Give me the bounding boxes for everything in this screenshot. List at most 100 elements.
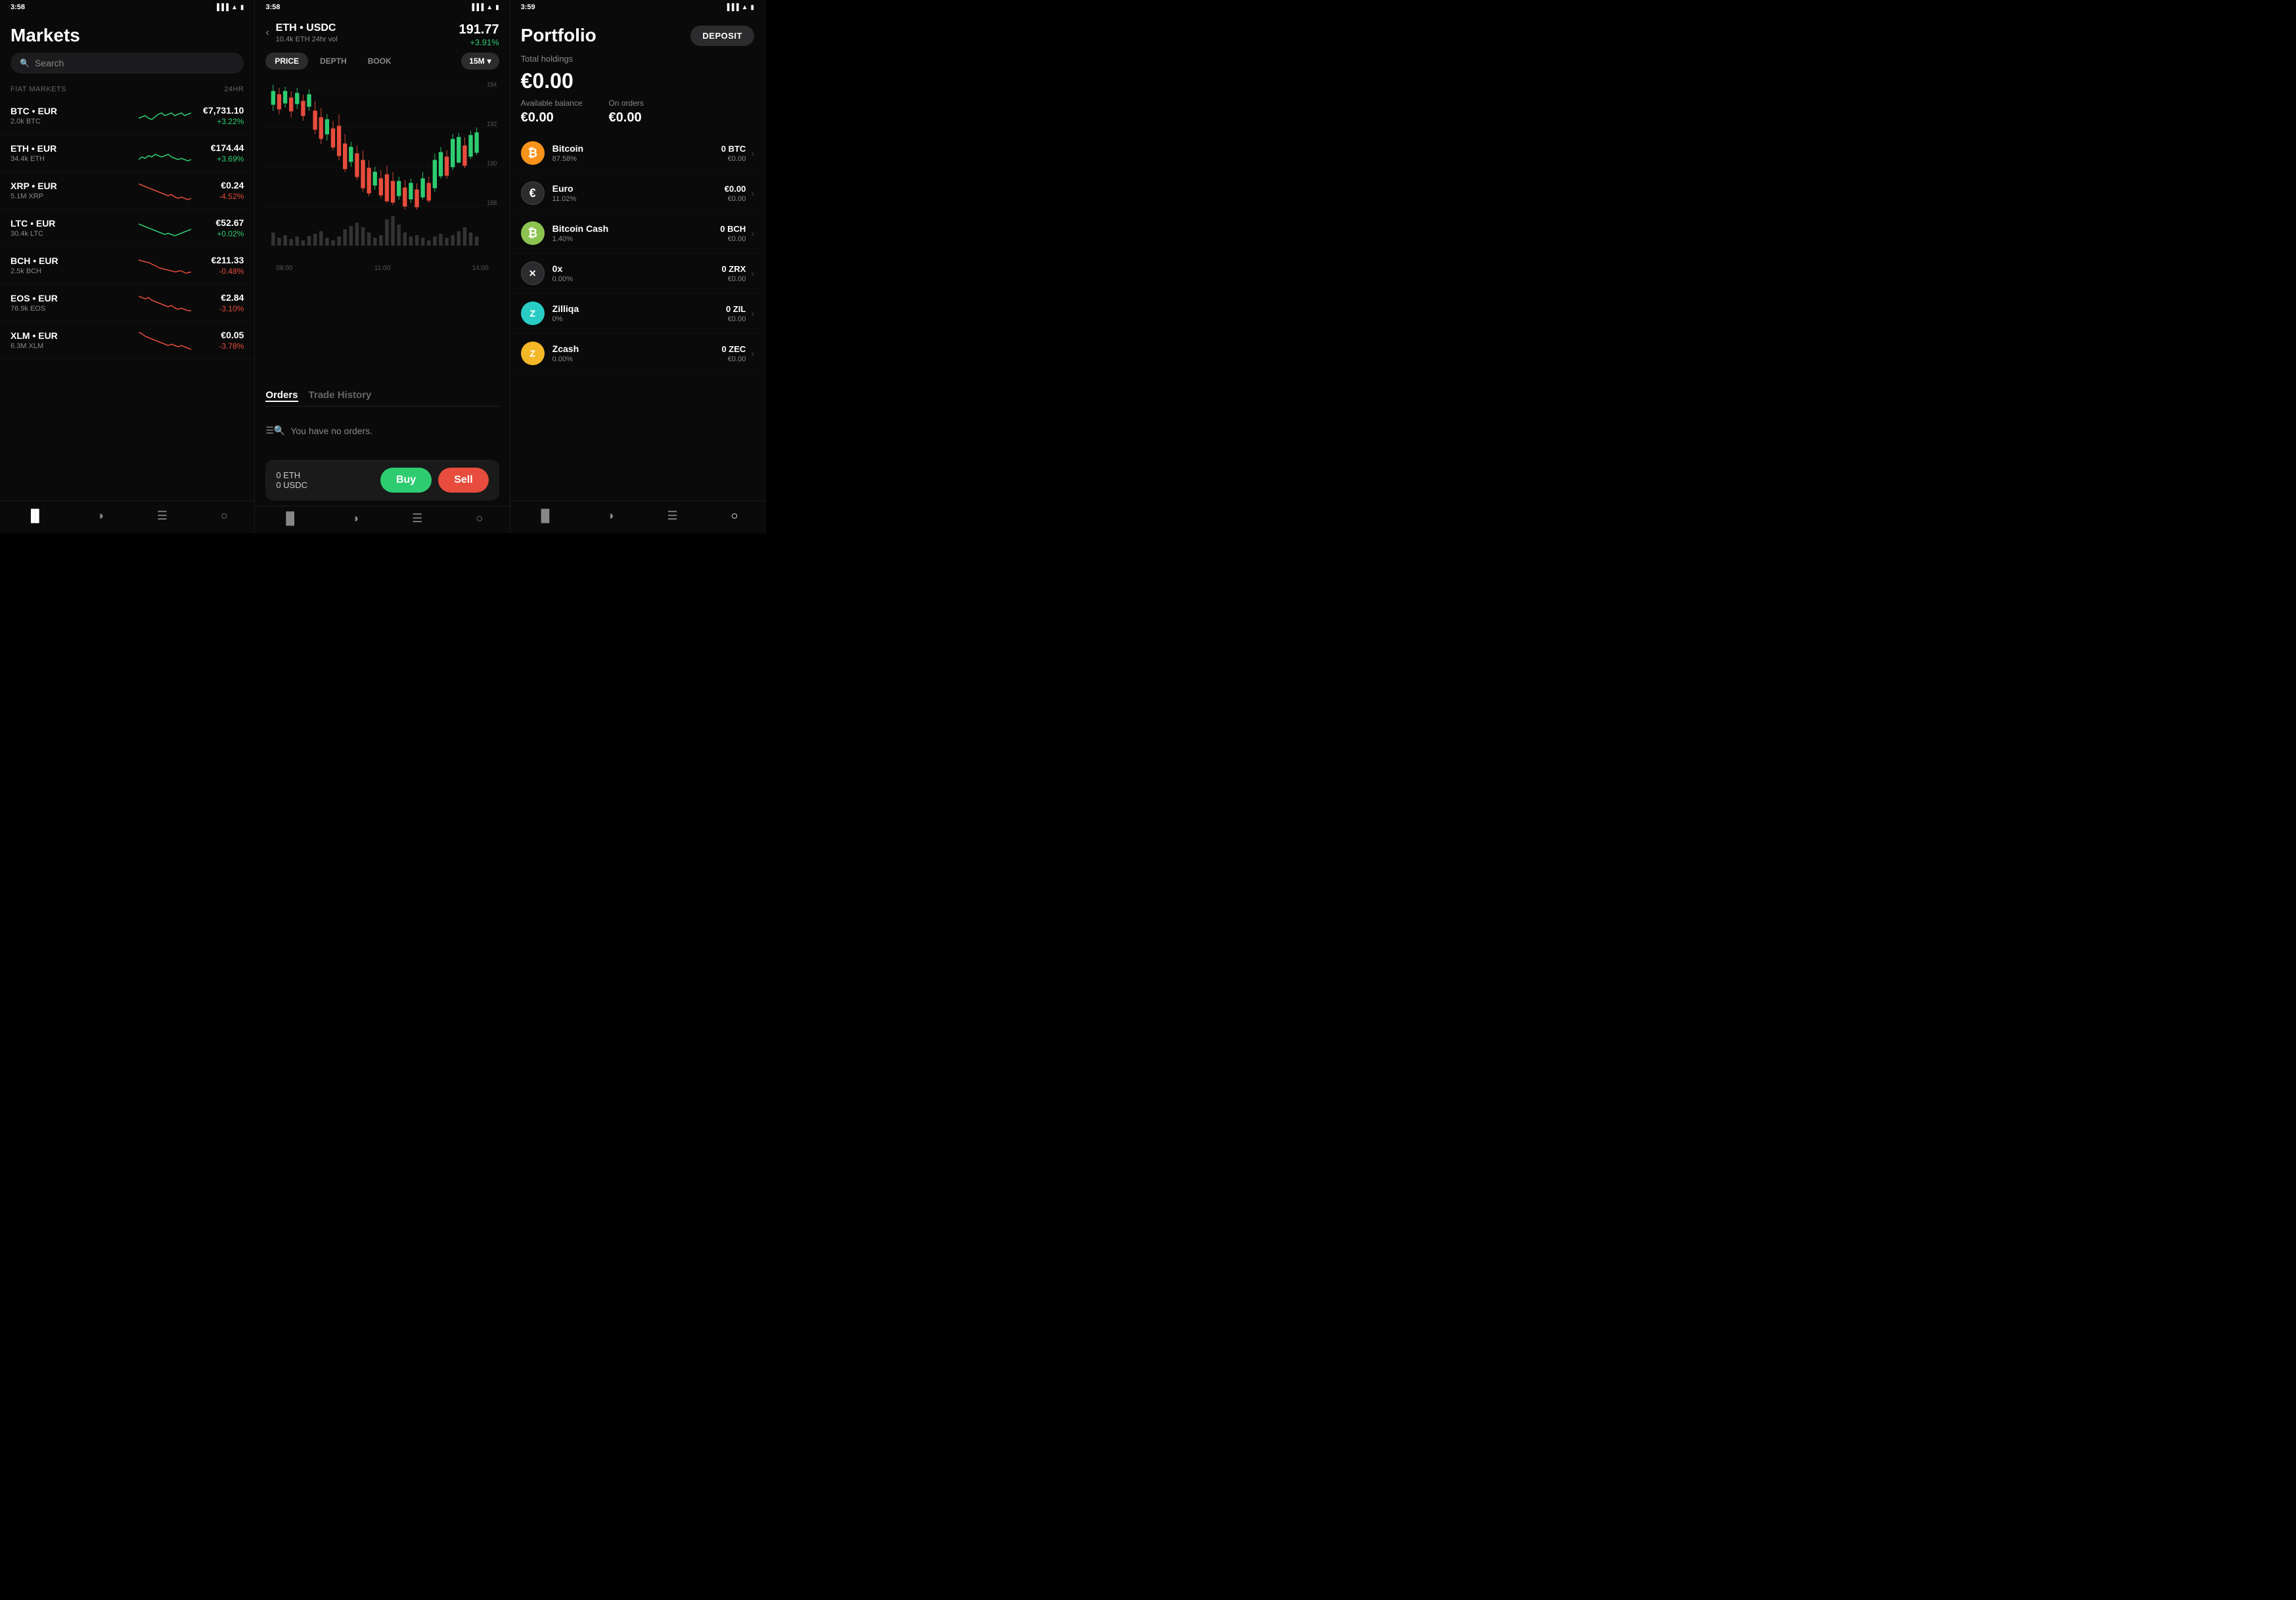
- on-orders-block: On orders €0.00: [609, 99, 644, 125]
- asset-name: Bitcoin Cash: [552, 223, 721, 234]
- asset-fiat: €0.00: [725, 195, 746, 203]
- timeframe-selector[interactable]: 15M ▾: [461, 53, 499, 70]
- orders-tabs: Orders Trade History: [265, 389, 499, 407]
- asset-item-zec[interactable]: Z Zcash 0.00% 0 ZEC €0.00 ›: [510, 334, 765, 374]
- sell-button[interactable]: Sell: [438, 468, 488, 493]
- svg-text:190: 190: [487, 160, 497, 167]
- tab-orders[interactable]: Orders: [265, 389, 298, 402]
- holdings-label: Total holdings: [510, 51, 765, 66]
- market-item-left: ETH • EUR 34.4k ETH: [11, 143, 132, 163]
- nav-markets-icon[interactable]: ▐▌: [26, 509, 43, 523]
- portfolio-title: Portfolio: [521, 25, 597, 46]
- orders-empty-text: You have no orders.: [290, 426, 372, 436]
- asset-name: Zcash: [552, 344, 722, 354]
- asset-info: Zcash 0.00%: [552, 344, 722, 363]
- search-bar[interactable]: 🔍 Search: [11, 53, 244, 74]
- chevron-right-icon: ›: [751, 348, 754, 359]
- chart-volume: 10.4k ETH 24hr vol: [276, 35, 338, 43]
- nav-orders-icon[interactable]: ☰: [412, 512, 422, 525]
- orders-empty-icon: ☰🔍: [265, 425, 285, 436]
- market-pair: LTC • EUR: [11, 218, 132, 229]
- market-change: +3.69%: [198, 154, 244, 164]
- market-item-btc-eur[interactable]: BTC • EUR 2.0k BTC €7,731.10 +3.22%: [0, 97, 254, 135]
- asset-item-zil[interactable]: Z Zilliqa 0% 0 ZIL €0.00 ›: [510, 294, 765, 334]
- asset-amounts: 0 BCH €0.00: [720, 224, 746, 243]
- chevron-right-icon: ›: [751, 268, 754, 278]
- candlestick-chart: 194 192 190 188: [265, 75, 499, 259]
- available-value: €0.00: [521, 110, 583, 125]
- market-item-ltc-eur[interactable]: LTC • EUR 30.4k LTC €52.67 +0.02%: [0, 210, 254, 247]
- chart-header-left: ‹ ETH • USDC 10.4k ETH 24hr vol: [265, 22, 337, 43]
- asset-name: 0x: [552, 263, 722, 274]
- status-icons-mid: ▐▐▐ ▲ ▮: [470, 4, 499, 11]
- market-item-bch-eur[interactable]: BCH • EUR 2.5k BCH €211.33 -0.48%: [0, 247, 254, 284]
- portfolio-balance-row: Available balance €0.00 On orders €0.00: [510, 99, 765, 133]
- asset-fiat: €0.00: [721, 275, 746, 283]
- market-item-left: BCH • EUR 2.5k BCH: [11, 256, 132, 275]
- asset-item-eur[interactable]: € Euro 11.02% €0.00 €0.00 ›: [510, 173, 765, 213]
- markets-header: Markets 🔍 Search: [0, 14, 254, 79]
- market-price: €0.24: [198, 180, 244, 190]
- asset-item-bch[interactable]: ₿ Bitcoin Cash 1.40% 0 BCH €0.00 ›: [510, 213, 765, 254]
- asset-info: 0x 0.00%: [552, 263, 722, 283]
- chart-price: 191.77: [459, 22, 499, 37]
- portfolio-bottom-nav: ▐▌ ◑ ☰ ○: [510, 500, 765, 533]
- chevron-right-icon: ›: [751, 228, 754, 238]
- market-price: €0.05: [198, 330, 244, 340]
- buy-button[interactable]: Buy: [380, 468, 432, 493]
- asset-pct: 87.58%: [552, 155, 721, 163]
- market-item-left: BTC • EUR 2.0k BTC: [11, 106, 132, 125]
- markets-panel: 3:58 ▐▐▐ ▲ ▮ Markets 🔍 Search FIAT MARKE…: [0, 0, 255, 533]
- xlm-sparkline: [139, 328, 191, 352]
- asset-pct: 0.00%: [552, 355, 722, 363]
- nav-orders-icon[interactable]: ☰: [667, 509, 677, 523]
- market-item-left: XRP • EUR 5.1M XRP: [11, 181, 132, 200]
- chevron-right-icon: ›: [751, 148, 754, 158]
- chevron-right-icon: ›: [751, 188, 754, 198]
- timeframe-label: 15M: [469, 56, 484, 66]
- deposit-button[interactable]: DEPOSIT: [690, 26, 754, 46]
- market-item-xlm-eur[interactable]: XLM • EUR 6.3M XLM €0.05 -3.78%: [0, 322, 254, 359]
- asset-pct: 0.00%: [552, 275, 722, 283]
- tab-trade-history[interactable]: Trade History: [309, 389, 372, 402]
- nav-orders-icon[interactable]: ☰: [157, 509, 168, 523]
- asset-item-zrx[interactable]: ✕ 0x 0.00% 0 ZRX €0.00 ›: [510, 254, 765, 294]
- asset-crypto: 0 ZEC: [721, 344, 746, 354]
- status-icons-left: ▐▐▐ ▲ ▮: [215, 4, 244, 11]
- chart-price-col: 191.77 +3.91%: [459, 22, 499, 47]
- markets-bottom-nav: ▐▌ ◑ ☰ ○: [0, 500, 254, 533]
- asset-name: Euro: [552, 183, 725, 194]
- market-item-eos-eur[interactable]: EOS • EUR 76.9k EOS €2.84 -3.10%: [0, 284, 254, 322]
- market-change: -3.78%: [198, 342, 244, 351]
- asset-fiat: €0.00: [721, 355, 746, 363]
- nav-account-icon[interactable]: ○: [221, 509, 228, 523]
- 24hr-label: 24HR: [224, 85, 244, 93]
- market-price: €7,731.10: [198, 105, 244, 116]
- nav-portfolio-icon[interactable]: ◑: [97, 509, 104, 523]
- market-change: -0.48%: [198, 267, 244, 276]
- back-button[interactable]: ‹: [265, 27, 269, 39]
- market-pair: EOS • EUR: [11, 293, 132, 303]
- asset-item-btc[interactable]: ₿ Bitcoin 87.58% 0 BTC €0.00 ›: [510, 133, 765, 173]
- nav-markets-icon[interactable]: ▐▌: [282, 512, 299, 525]
- tab-book[interactable]: BOOK: [359, 53, 401, 70]
- battery-icon: ▮: [240, 4, 244, 11]
- market-price-col: €0.05 -3.78%: [198, 330, 244, 351]
- market-volume: 34.4k ETH: [11, 155, 132, 163]
- tab-depth[interactable]: DEPTH: [311, 53, 356, 70]
- market-item-eth-eur[interactable]: ETH • EUR 34.4k ETH €174.44 +3.69%: [0, 135, 254, 172]
- asset-amounts: 0 ZEC €0.00: [721, 344, 746, 363]
- nav-portfolio-icon[interactable]: ◑: [351, 512, 359, 525]
- nav-account-icon[interactable]: ○: [731, 509, 738, 523]
- tab-price[interactable]: PRICE: [265, 53, 308, 70]
- trade-balances: 0 ETH 0 USDC: [276, 470, 307, 490]
- candlestick-area: 194 192 190 188: [255, 75, 509, 382]
- nav-account-icon[interactable]: ○: [476, 512, 483, 525]
- market-change: +0.02%: [198, 229, 244, 238]
- market-item-xrp-eur[interactable]: XRP • EUR 5.1M XRP €0.24 -4.52%: [0, 172, 254, 210]
- wifi-icon: ▲: [231, 4, 238, 11]
- chart-change: +3.91%: [459, 37, 499, 47]
- market-price-col: €2.84 -3.10%: [198, 292, 244, 313]
- nav-portfolio-icon[interactable]: ◑: [607, 509, 614, 523]
- nav-markets-icon[interactable]: ▐▌: [537, 509, 554, 523]
